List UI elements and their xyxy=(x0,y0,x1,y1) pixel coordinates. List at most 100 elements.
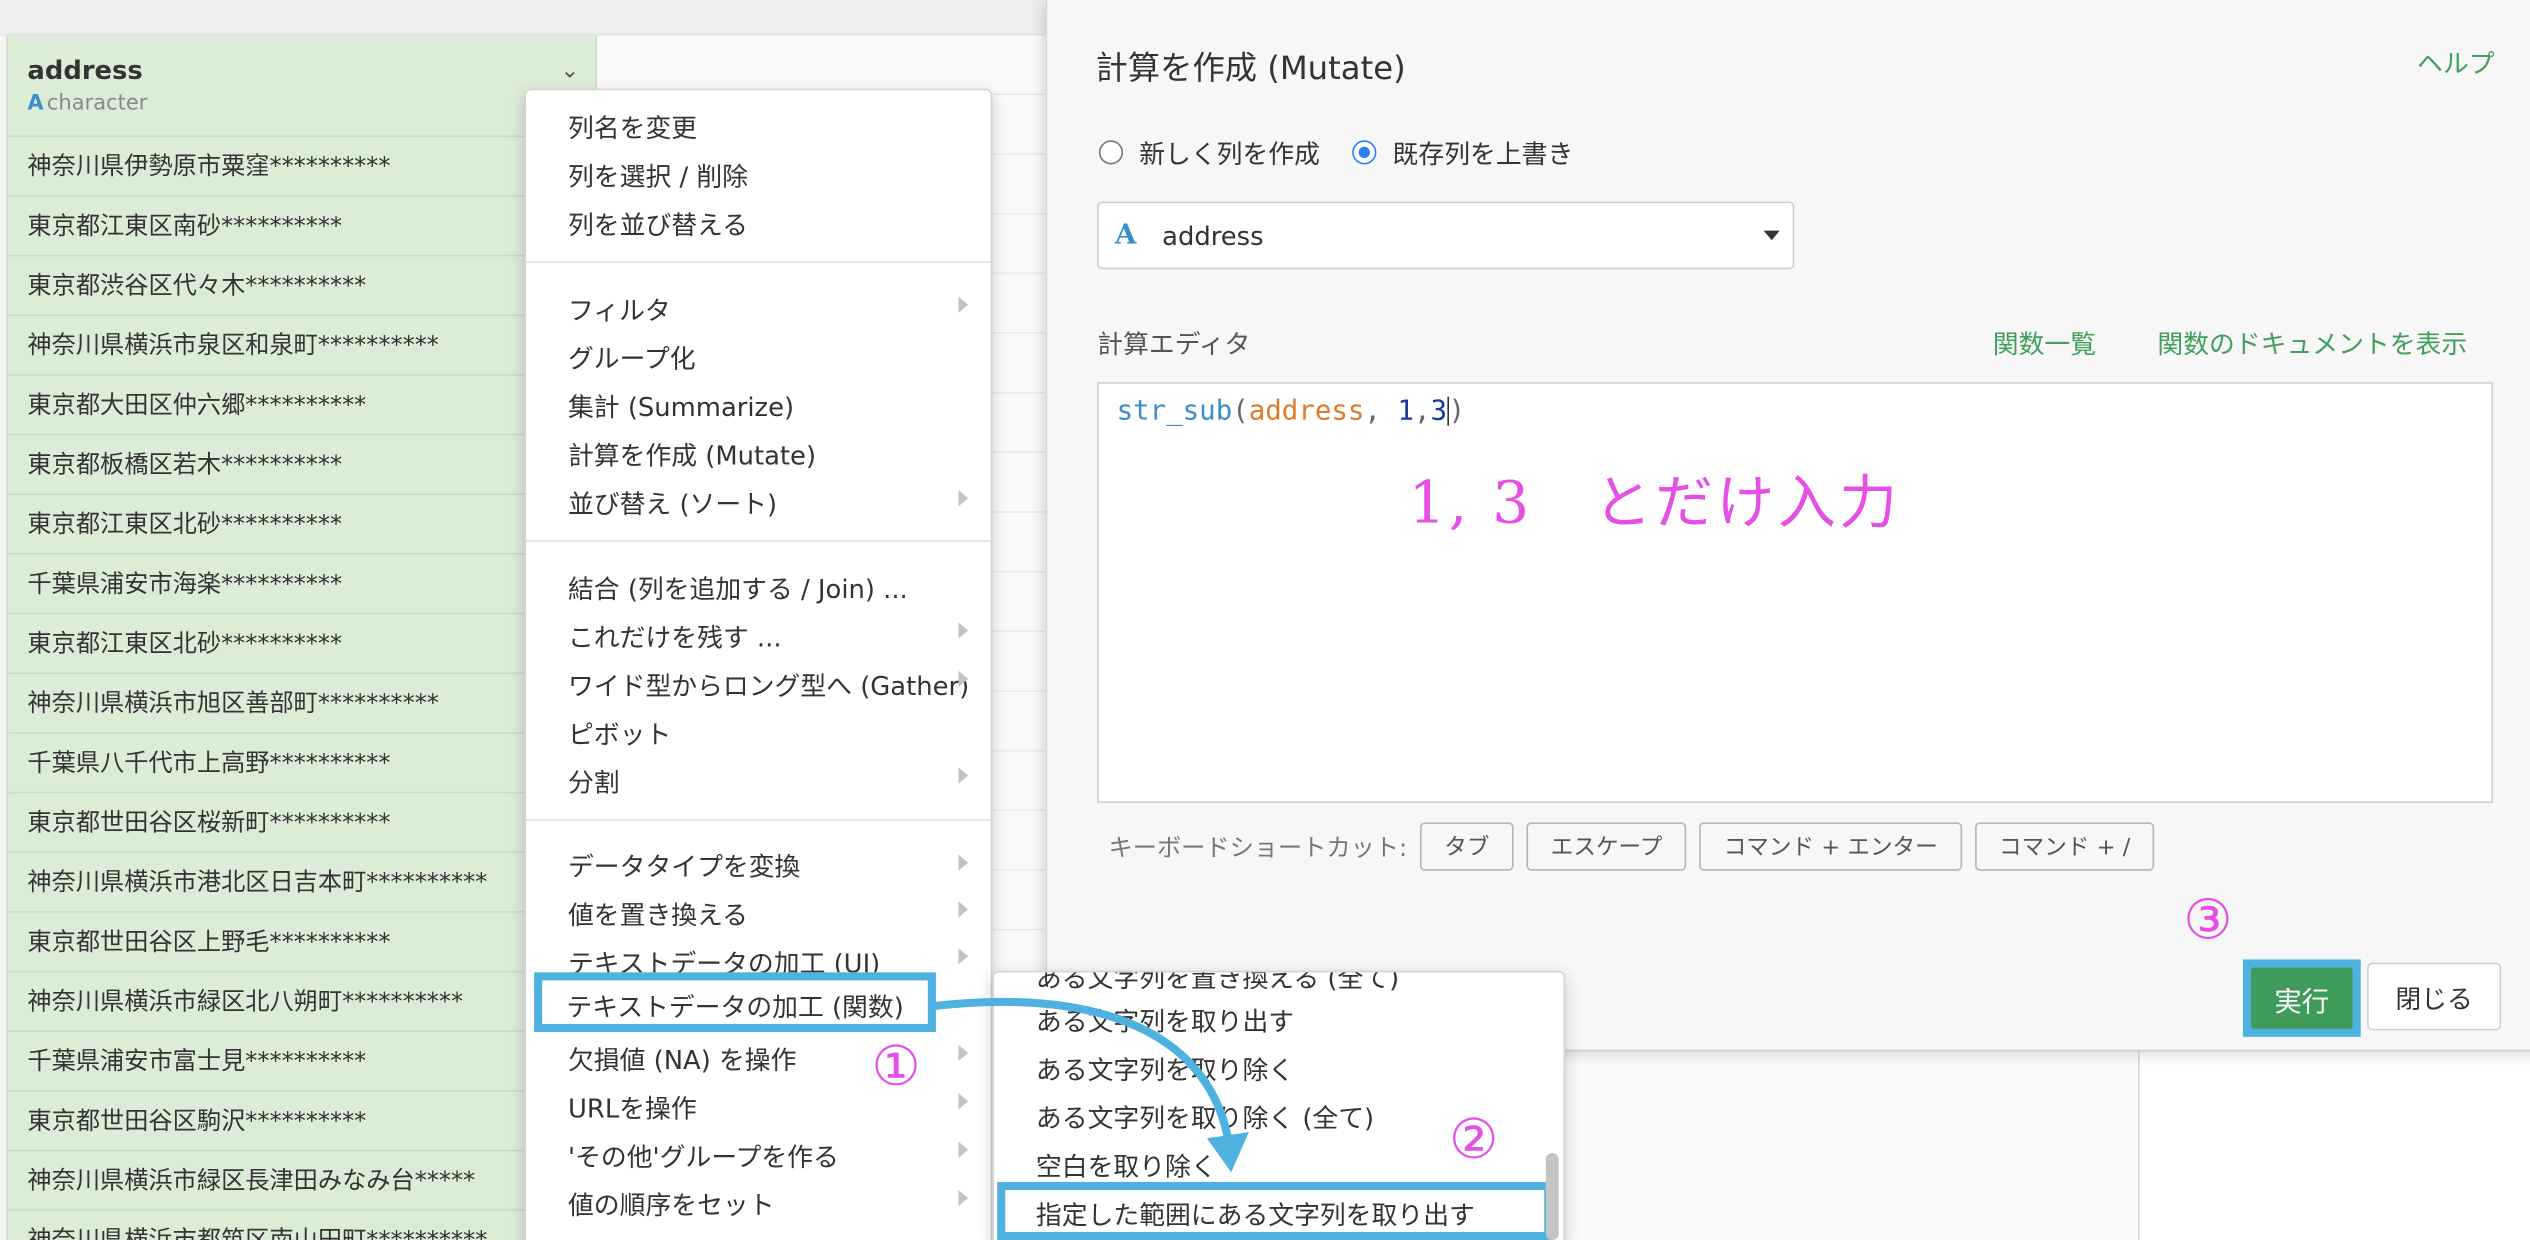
submenu-arrow-icon xyxy=(958,854,969,871)
keyboard-shortcuts: キーボードショートカット: タブ エスケープ コマンド + エンター コマンド … xyxy=(1109,822,2155,871)
help-link[interactable]: ヘルプ xyxy=(2417,42,2494,81)
radio-overwrite-label[interactable]: 既存列を上書き xyxy=(1393,132,1574,171)
table-row[interactable]: 神奈川県横浜市旭区善部町********** xyxy=(8,674,596,734)
menu-filter[interactable]: フィルタ xyxy=(568,289,671,328)
menu-group-by[interactable]: グループ化 xyxy=(568,337,696,376)
menu-divider xyxy=(526,540,991,542)
column-rows: 神奈川県伊勢原市粟窪********** 東京都江東区南砂********** 東京… xyxy=(8,137,596,1240)
code-arg: address xyxy=(1248,395,1365,428)
table-row[interactable]: 神奈川県横浜市港北区日吉本町********** xyxy=(8,853,596,913)
radio-new-column[interactable] xyxy=(1098,139,1124,164)
code-comma: , xyxy=(1413,395,1431,428)
submenu-arrow-icon xyxy=(958,1190,969,1207)
table-row[interactable]: 東京都世田谷区駒沢********** xyxy=(8,1092,596,1152)
submenu-substring-highlight[interactable]: 指定した範囲にある文字列を取り出す xyxy=(997,1181,1553,1240)
menu-join[interactable]: 結合 (列を追加する / Join) ... xyxy=(568,568,908,607)
table-row[interactable]: 東京都板橋区若木********** xyxy=(8,435,596,496)
table-row[interactable]: 神奈川県横浜市緑区北八朔町********** xyxy=(8,972,596,1032)
code-paren-close: ) xyxy=(1448,395,1466,428)
code-function: str_sub xyxy=(1116,395,1233,428)
submenu-remove-all[interactable]: ある文字列を取り除く (全て) xyxy=(1036,1097,1374,1136)
menu-mutate[interactable]: 計算を作成 (Mutate) xyxy=(568,434,816,473)
shortcut-cmd-enter[interactable]: コマンド + エンター xyxy=(1699,822,1962,871)
column-header[interactable]: address Acharacter ⌄ xyxy=(8,35,596,138)
character-type-icon: A xyxy=(1114,219,1137,252)
column-context-menu: 列名を変更 列を選択 / 削除 列を並び替える フィルタ グループ化 集計 (S… xyxy=(524,88,993,1240)
code-num-end: 3 xyxy=(1430,395,1448,428)
shortcut-cmd-slash[interactable]: コマンド + / xyxy=(1974,822,2155,871)
address-column: address Acharacter ⌄ 神奈川県伊勢原市粟窪*********… xyxy=(6,35,598,1240)
radio-overwrite-column[interactable] xyxy=(1352,139,1377,164)
submenu-arrow-icon xyxy=(958,1141,969,1158)
step1-marker: ① xyxy=(871,1035,921,1100)
background-panel xyxy=(1549,1051,2139,1240)
menu-handle-na[interactable]: 欠損値 (NA) を操作 xyxy=(568,1038,796,1077)
submenu-trim[interactable]: 空白を取り除く xyxy=(1036,1145,1217,1184)
menu-divider xyxy=(526,819,991,821)
submenu-arrow-icon xyxy=(958,296,969,313)
side-panel xyxy=(2138,1051,2530,1240)
table-row[interactable]: 千葉県浦安市富士見********** xyxy=(8,1032,596,1092)
submenu-scrollbar[interactable] xyxy=(1545,1152,1559,1240)
table-row[interactable]: 東京都大田区仲六郷********** xyxy=(8,376,596,436)
table-row[interactable]: 東京都世田谷区上野毛********** xyxy=(8,913,596,973)
submenu-arrow-icon xyxy=(958,1093,969,1110)
function-list-link[interactable]: 関数一覧 xyxy=(1993,323,2096,362)
table-row[interactable]: 神奈川県横浜市緑区長津田みなみ台***** xyxy=(8,1151,596,1211)
mode-radio-group: 新しく列を作成 既存列を上書き xyxy=(1098,132,1606,171)
app-stage: address Acharacter ⌄ 神奈川県伊勢原市粟窪*********… xyxy=(0,0,2530,1240)
table-row[interactable]: 神奈川県横浜市都筑区南山田町********** xyxy=(8,1211,595,1240)
table-row[interactable]: 千葉県浦安市海楽********** xyxy=(8,555,596,615)
radio-new-column-label[interactable]: 新しく列を作成 xyxy=(1139,132,1320,171)
function-docs-link[interactable]: 関数のドキュメントを表示 xyxy=(2157,323,2467,362)
submenu-arrow-icon xyxy=(958,490,969,507)
menu-pivot[interactable]: ピボット xyxy=(568,713,671,752)
table-row[interactable]: 東京都江東区南砂********** xyxy=(8,197,596,257)
column-type: Acharacter xyxy=(27,92,576,116)
submenu-arrow-icon xyxy=(958,901,969,918)
code-num-start: 1 xyxy=(1397,395,1414,428)
menu-set-order[interactable]: 値の順序をセット xyxy=(568,1184,775,1223)
submenu-remove[interactable]: ある文字列を取り除く xyxy=(1036,1048,1294,1087)
chevron-down-icon[interactable]: ⌄ xyxy=(560,58,579,84)
menu-text-function[interactable]: テキストデータの加工 (関数) xyxy=(566,985,903,1024)
submenu-substring[interactable]: 指定した範囲にある文字列を取り出す xyxy=(1036,1193,1475,1232)
menu-sort[interactable]: 並び替え (ソート) xyxy=(568,482,777,521)
code-line: str_sub(address, 1,3) xyxy=(1117,395,1466,427)
table-row[interactable]: 神奈川県伊勢原市粟窪********** xyxy=(8,137,596,197)
run-button[interactable]: 実行 xyxy=(2250,967,2353,1029)
table-row[interactable]: 東京都世田谷区桜新町********** xyxy=(8,793,596,854)
table-row[interactable]: 東京都渋谷区代々木********** xyxy=(8,256,596,317)
menu-divider xyxy=(526,261,991,263)
annotation-note: 1, 3 とだけ入力 xyxy=(1408,470,1901,537)
shortcut-tab[interactable]: タブ xyxy=(1420,822,1514,871)
table-row[interactable]: 東京都江東区北砂********** xyxy=(8,495,596,555)
menu-rename-column[interactable]: 列名を変更 xyxy=(568,106,697,145)
code-paren-open: ( xyxy=(1232,395,1249,428)
menu-gather[interactable]: ワイド型からロング型へ (Gather) xyxy=(568,664,969,703)
calculation-editor[interactable]: str_sub(address, 1,3) 1, 3 とだけ入力 xyxy=(1097,382,2494,804)
table-row[interactable]: 東京都江東区北砂********** xyxy=(8,614,596,675)
menu-text-function-highlight[interactable]: テキストデータの加工 (関数) xyxy=(534,972,936,1032)
menu-select-delete-column[interactable]: 列を選択 / 削除 xyxy=(568,155,748,194)
menu-summarize[interactable]: 集計 (Summarize) xyxy=(568,385,794,424)
close-button[interactable]: 閉じる xyxy=(2367,962,2502,1031)
column-select[interactable]: A address xyxy=(1097,201,1795,270)
submenu-extract[interactable]: ある文字列を取り出す xyxy=(1036,1000,1294,1039)
menu-other-group[interactable]: 'その他'グループを作る xyxy=(568,1135,839,1174)
submenu-replace-all[interactable]: ある文字列を置き換える (全て) xyxy=(1036,972,1399,995)
table-row[interactable]: 千葉県八千代市上高野********** xyxy=(8,734,596,794)
run-button-highlight: 実行 xyxy=(2242,959,2361,1037)
menu-split[interactable]: 分割 xyxy=(568,761,620,800)
shortcut-escape[interactable]: エスケープ xyxy=(1526,822,1687,871)
caret-down-icon xyxy=(1763,230,1780,241)
menu-convert-type[interactable]: データタイプを変換 xyxy=(568,845,800,884)
table-row[interactable]: 神奈川県横浜市泉区和泉町********** xyxy=(8,316,596,376)
menu-reorder-columns[interactable]: 列を並び替える xyxy=(568,203,748,242)
editor-label: 計算エディタ xyxy=(1097,328,1251,360)
menu-replace-values[interactable]: 値を置き換える xyxy=(568,893,748,932)
menu-url[interactable]: URLを操作 xyxy=(568,1087,697,1126)
mutate-dialog: 計算を作成 (Mutate) ヘルプ 新しく列を作成 既存列を上書き A add… xyxy=(1045,0,2530,1052)
menu-keep-only[interactable]: これだけを残す ... xyxy=(568,616,782,655)
grid-cell xyxy=(597,35,1049,96)
